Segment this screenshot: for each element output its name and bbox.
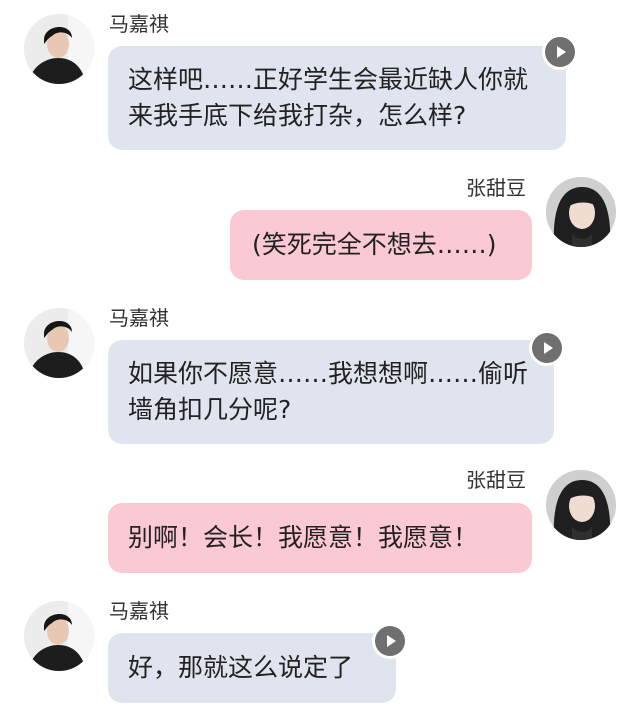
avatar-zhangtiandou[interactable] — [546, 470, 616, 540]
message-bubble[interactable]: 好，那就这么说定了 — [108, 633, 396, 703]
play-icon[interactable] — [532, 333, 562, 363]
avatar-majiaqi[interactable] — [24, 308, 94, 378]
sender-name: 张甜豆 — [466, 176, 526, 200]
avatar-majiaqi[interactable] — [24, 601, 94, 671]
message-line: 这样吧……正好学生会最近缺人你就 — [128, 65, 529, 94]
girl-avatar-icon — [546, 177, 616, 247]
sender-name: 马嘉祺 — [109, 12, 169, 36]
play-icon[interactable] — [375, 626, 405, 656]
message-line: 墙角扣几分呢? — [128, 395, 292, 424]
message-bubble[interactable]: 如果你不愿意……我想想啊……偷听 墙角扣几分呢? — [108, 340, 554, 444]
message-line: 别啊！会长！我愿意！我愿意！ — [128, 523, 479, 552]
sender-name: 马嘉祺 — [109, 306, 169, 330]
boy-avatar-icon — [24, 308, 94, 378]
message-bubble[interactable]: (笑死完全不想去……) — [230, 210, 532, 280]
message-line: 如果你不愿意……我想想啊……偷听 — [128, 359, 529, 388]
message-line: 好，那就这么说定了 — [128, 653, 354, 682]
sender-name: 马嘉祺 — [109, 599, 169, 623]
play-icon[interactable] — [545, 37, 575, 67]
message-row: 马嘉祺 如果你不愿意……我想想啊……偷听 墙角扣几分呢? — [0, 290, 640, 450]
boy-avatar-icon — [24, 14, 94, 84]
message-line: 来我手底下给我打杂，怎么样? — [128, 101, 467, 130]
message-row: 马嘉祺 好，那就这么说定了 — [0, 585, 640, 715]
avatar-zhangtiandou[interactable] — [546, 177, 616, 247]
message-bubble[interactable]: 这样吧……正好学生会最近缺人你就 来我手底下给我打杂，怎么样? — [108, 46, 566, 150]
boy-avatar-icon — [24, 601, 94, 671]
avatar-majiaqi[interactable] — [24, 14, 94, 84]
message-row: 张甜豆 (笑死完全不想去……) — [0, 160, 640, 290]
message-line: (笑死完全不想去……) — [252, 230, 497, 259]
sender-name: 张甜豆 — [466, 468, 526, 492]
girl-avatar-icon — [546, 470, 616, 540]
message-bubble[interactable]: 别啊！会长！我愿意！我愿意！ — [108, 503, 532, 573]
message-row: 张甜豆 别啊！会长！我愿意！我愿意！ — [0, 450, 640, 585]
message-row: 马嘉祺 这样吧……正好学生会最近缺人你就 来我手底下给我打杂，怎么样? — [0, 0, 640, 160]
